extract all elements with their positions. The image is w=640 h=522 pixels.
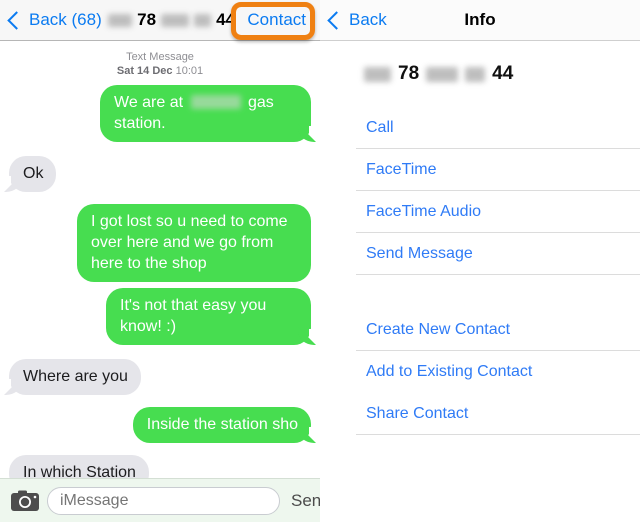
redacted-phone-part-2 [426, 66, 459, 82]
back-button[interactable]: Back (68) [7, 10, 102, 30]
info-primary-actions: Call FaceTime FaceTime Audio Send Messag… [320, 107, 640, 275]
contact-phone-number: 78 44 [320, 41, 640, 84]
message-text-part-1: We are at [114, 94, 184, 111]
message-row: I got lost so u need to come over here a… [0, 204, 320, 282]
action-add-to-existing-contact[interactable]: Add to Existing Contact [320, 351, 640, 393]
phone-part-78: 78 [398, 63, 420, 84]
message-row: In which Station [0, 455, 320, 478]
action-facetime[interactable]: FaceTime [320, 149, 640, 191]
message-input[interactable] [47, 486, 280, 515]
action-facetime-audio[interactable]: FaceTime Audio [320, 191, 640, 233]
redacted-number-part-1 [108, 13, 133, 27]
phone-part-44: 44 [492, 63, 514, 84]
dual-phone-screenshot: Back (68) 78 44 Contact Text Message Sat… [0, 0, 640, 522]
info-contact-actions: Create New Contact Add to Existing Conta… [320, 309, 640, 435]
redacted-number-part-2 [161, 13, 190, 27]
message-bubble-outgoing[interactable]: We are at gas station. [100, 85, 319, 142]
message-bubble-outgoing[interactable]: Inside the station sho [132, 407, 320, 443]
redacted-phone-part-3 [465, 66, 486, 82]
redacted-place-name [190, 95, 241, 109]
message-row: Ok [0, 156, 320, 192]
redacted-phone-part-1 [364, 66, 391, 82]
message-row: Inside the station sho [0, 407, 320, 443]
number-part-78: 78 [137, 10, 157, 29]
messages-panel: Back (68) 78 44 Contact Text Message Sat… [0, 0, 320, 522]
message-bubble-outgoing[interactable]: It's not that easy you know! :) [106, 288, 319, 345]
message-thread[interactable]: Text Message Sat 14 Dec 10:01 We are at … [0, 41, 320, 478]
message-row: We are at gas station. [0, 85, 320, 142]
conversation-title: 78 44 [98, 10, 246, 30]
action-call[interactable]: Call [320, 107, 640, 149]
camera-icon[interactable] [10, 489, 40, 513]
info-panel: Back Info 78 44 Call FaceTime FaceTime A… [320, 0, 640, 522]
action-create-new-contact[interactable]: Create New Contact [320, 309, 640, 351]
message-row: It's not that easy you know! :) [0, 288, 320, 345]
info-page-title: Info [464, 10, 496, 29]
back-button-label: Back (68) [29, 10, 102, 29]
messages-navbar: Back (68) 78 44 Contact [0, 0, 320, 41]
message-bubble-incoming[interactable]: Where are you [1, 359, 141, 395]
message-timestamp: Text Message Sat 14 Dec 10:01 [0, 41, 320, 78]
redacted-number-part-3 [194, 13, 212, 27]
timestamp-time: 10:01 [175, 65, 204, 77]
message-bubble-incoming[interactable]: Ok [0, 156, 57, 192]
timestamp-kind: Text Message [126, 51, 194, 63]
message-bubble-incoming[interactable]: In which Station [9, 455, 149, 478]
action-share-contact[interactable]: Share Contact [320, 393, 640, 435]
info-navbar: Back Info [320, 0, 640, 41]
contact-button[interactable]: Contact [247, 10, 306, 30]
send-button[interactable]: Send [291, 491, 320, 511]
timestamp-date: Sat 14 Dec [116, 65, 173, 77]
action-send-message[interactable]: Send Message [320, 233, 640, 275]
chevron-left-icon [7, 10, 26, 30]
message-bubble-outgoing[interactable]: I got lost so u need to come over here a… [77, 204, 311, 282]
message-row: Where are you [0, 359, 320, 395]
number-part-44: 44 [216, 10, 235, 29]
message-composer: Send [0, 478, 320, 522]
